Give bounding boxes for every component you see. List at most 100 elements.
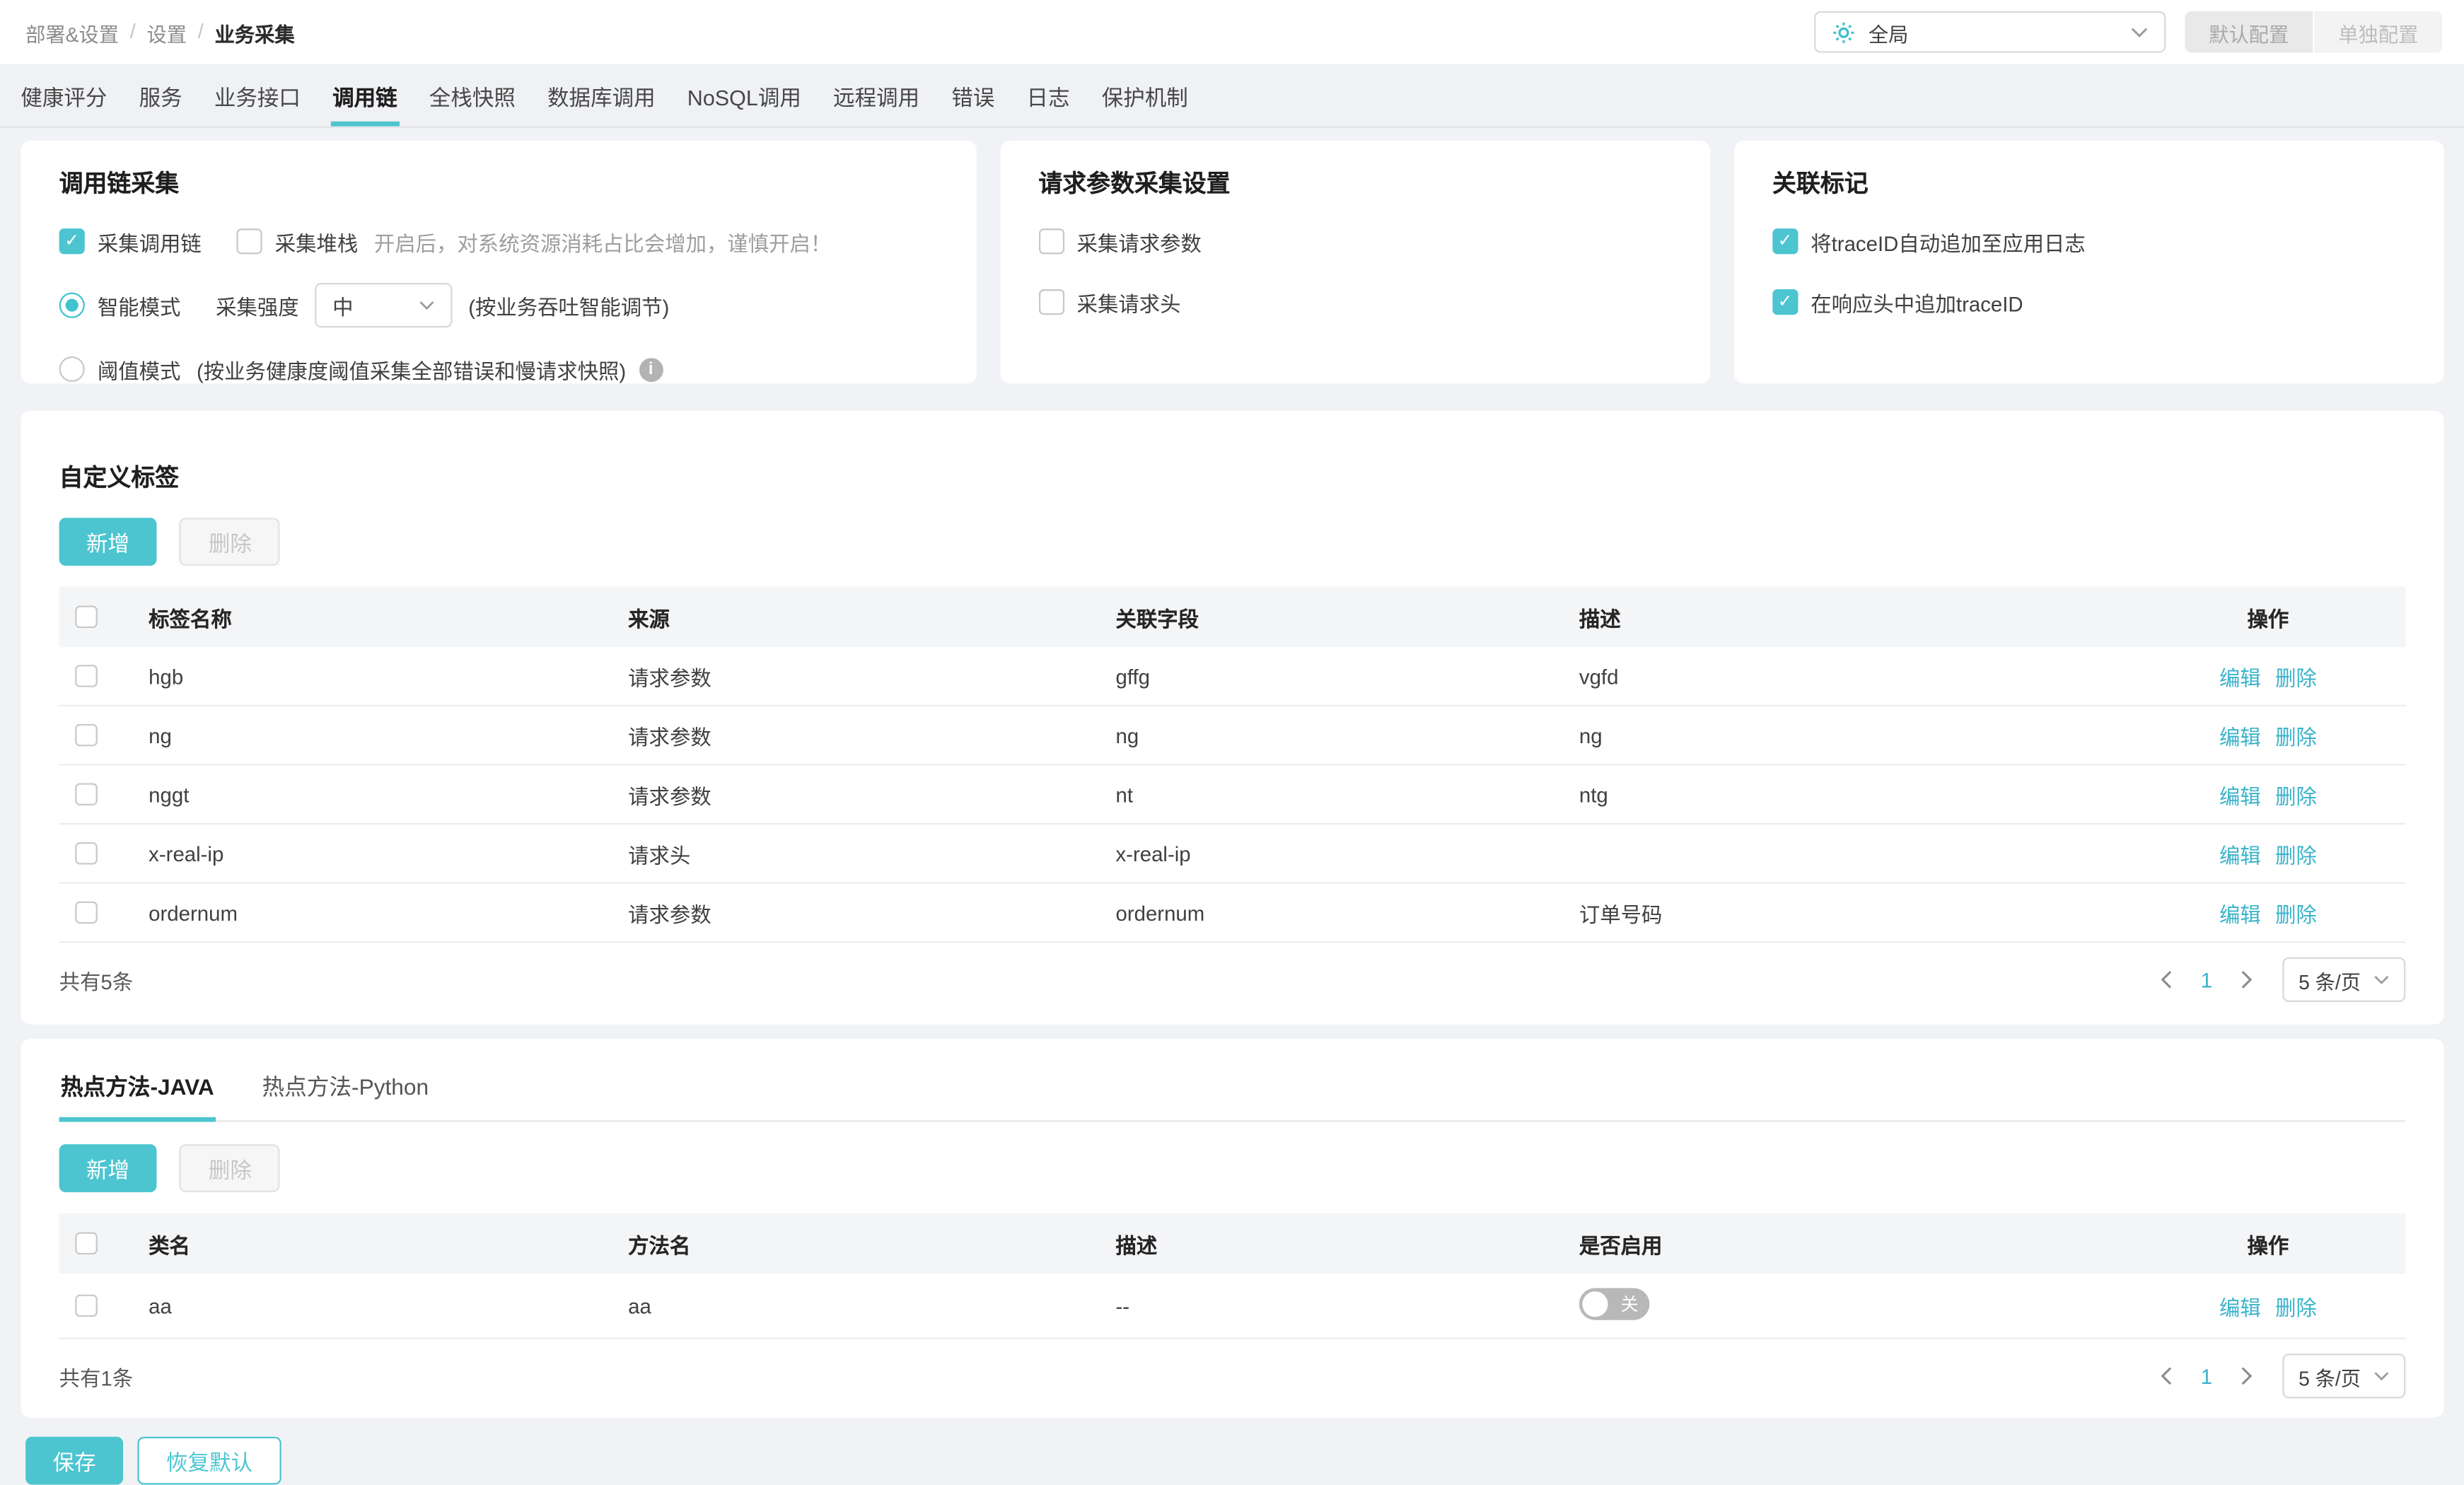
cell-field: ng [1115,723,1139,747]
traceid-to-log-checkbox[interactable] [1772,228,1798,255]
hot-methods-toolbar: 新增 删除 [59,1144,2406,1192]
traceid-to-header-label: 在响应头中追加traceID [1811,291,2023,316]
top-bar: 部署&设置 / 设置 / 业务采集 全局 默认配置 单独配置 [0,0,2464,64]
column-header-desc: 描述 [1579,606,1621,631]
add-method-button[interactable]: 新增 [59,1144,157,1192]
breadcrumb-separator: / [197,21,204,44]
threshold-mode-radio[interactable] [59,356,85,383]
pagination: 共有5条 1 5 条/页 [59,957,2406,1003]
tab-services[interactable]: 服务 [137,64,184,126]
total-count: 共有1条 [59,1365,134,1390]
collect-trace-checkbox[interactable] [59,228,85,255]
row-checkbox[interactable] [75,665,98,687]
row-checkbox[interactable] [75,1294,98,1317]
table-row: nggt 请求参数 nt ntg 编辑 删除 [59,766,2406,825]
table-row: hgb 请求参数 gffg vgfd 编辑 删除 [59,647,2406,706]
row-checkbox[interactable] [75,842,98,865]
collect-request-headers-row: 采集请求头 [1038,284,1678,320]
strength-select[interactable]: 中 [315,283,453,328]
info-icon[interactable]: i [639,357,663,382]
smart-mode-radio[interactable] [59,292,85,318]
cell-desc: 订单号码 [1579,902,1663,926]
save-button[interactable]: 保存 [25,1436,124,1485]
restore-default-button[interactable]: 恢复默认 [137,1436,281,1485]
tab-remote-calls[interactable]: 远程调用 [832,64,922,126]
collect-request-headers-checkbox[interactable] [1038,289,1064,315]
column-header-field: 关联字段 [1115,606,1199,631]
hot-methods-card: 热点方法-JAVA 热点方法-Python 新增 删除 类名 方法名 描述 是否… [21,1039,2444,1418]
page-number[interactable]: 1 [2201,967,2212,991]
default-config-button[interactable]: 默认配置 [2185,11,2315,53]
breadcrumb-item-settings[interactable]: 设置 [147,17,187,47]
row-checkbox[interactable] [75,783,98,806]
tab-hot-methods-java[interactable]: 热点方法-JAVA [59,1061,216,1122]
smart-mode-note: (按业务吞吐智能调节) [468,294,670,319]
edit-link[interactable]: 编辑 [2219,897,2261,928]
prev-page-icon[interactable] [2151,965,2180,994]
row-checkbox[interactable] [75,723,98,747]
next-page-icon[interactable] [2233,1362,2262,1391]
breadcrumb-item-deploy-settings[interactable]: 部署&设置 [25,17,119,47]
tab-fullstack-snapshot[interactable]: 全栈快照 [428,64,518,126]
delete-link[interactable]: 删除 [2275,838,2317,868]
collect-request-headers-label: 采集请求头 [1076,291,1181,316]
custom-tags-card: 自定义标签 新增 删除 标签名称 来源 关联字段 描述 操作 hgb 请求参数 [21,410,2444,1025]
cell-source: 请求参数 [628,724,711,749]
traceid-to-header-checkbox[interactable] [1772,289,1798,315]
delete-link[interactable]: 删除 [2275,661,2317,692]
page-size-value: 5 条/页 [2299,1367,2361,1390]
edit-link[interactable]: 编辑 [2219,838,2261,868]
page: 部署&设置 / 设置 / 业务采集 全局 默认配置 单独配置 健康评分 服务 业… [0,0,2464,1485]
cell-class-name: aa [149,1293,172,1318]
column-header-tag-name: 标签名称 [149,606,232,631]
tab-health-score[interactable]: 健康评分 [19,64,109,126]
tab-errors[interactable]: 错误 [950,64,996,126]
card-title: 调用链采集 [59,170,180,199]
delete-tag-button[interactable]: 删除 [180,518,281,566]
page-size-select[interactable]: 5 条/页 [2282,957,2406,1003]
delete-link[interactable]: 删除 [2275,897,2317,928]
edit-link[interactable]: 编辑 [2219,661,2261,692]
single-config-button[interactable]: 单独配置 [2314,11,2443,53]
cell-tag-name: hgb [149,664,184,688]
enable-toggle-off[interactable]: 关 [1579,1287,1650,1320]
delete-link[interactable]: 删除 [2275,720,2317,750]
tab-nosql-calls[interactable]: NoSQL调用 [686,64,803,126]
cell-desc: ntg [1579,782,1608,807]
select-all-checkbox[interactable] [75,605,98,629]
edit-link[interactable]: 编辑 [2219,1291,2261,1321]
column-header-enabled: 是否启用 [1579,1233,1663,1257]
delete-link[interactable]: 删除 [2275,779,2317,810]
table-header: 标签名称 来源 关联字段 描述 操作 [59,586,2406,648]
column-header-class-name: 类名 [149,1233,190,1257]
tab-logs[interactable]: 日志 [1025,64,1071,126]
tab-hot-methods-python[interactable]: 热点方法-Python [260,1061,430,1121]
custom-tags-table: 标签名称 来源 关联字段 描述 操作 hgb 请求参数 gffg vgfd 编辑… [59,586,2406,943]
trace-mark-card: 关联标记 将traceID自动追加至应用日志 在响应头中追加traceID [1733,140,2444,384]
row-checkbox[interactable] [75,901,98,924]
cell-source: 请求参数 [628,665,711,690]
select-all-checkbox[interactable] [75,1232,98,1255]
collect-stack-checkbox[interactable] [236,228,262,255]
tab-business-api[interactable]: 业务接口 [213,64,303,126]
edit-link[interactable]: 编辑 [2219,779,2261,810]
column-header-desc: 描述 [1115,1233,1158,1257]
prev-page-icon[interactable] [2151,1362,2180,1391]
next-page-icon[interactable] [2233,965,2262,994]
tab-protection[interactable]: 保护机制 [1100,64,1190,126]
tab-trace-chain[interactable]: 调用链 [330,64,399,127]
page-size-select[interactable]: 5 条/页 [2282,1353,2406,1399]
cell-field: gffg [1115,664,1150,688]
smart-mode-row: 智能模式 采集强度 中 (按业务吞吐智能调节) [59,283,944,328]
page-number[interactable]: 1 [2201,1364,2212,1388]
cell-source: 请求参数 [628,784,711,808]
cell-tag-name: x-real-ip [149,841,224,866]
delete-link[interactable]: 删除 [2275,1291,2317,1321]
edit-link[interactable]: 编辑 [2219,720,2261,750]
tab-database-calls[interactable]: 数据库调用 [546,64,657,126]
collect-request-params-checkbox[interactable] [1038,228,1064,255]
add-tag-button[interactable]: 新增 [59,518,157,566]
collect-stack-hint: 开启后，对系统资源消耗占比会增加，谨慎开启！ [373,231,832,255]
delete-method-button[interactable]: 删除 [180,1144,281,1192]
scope-selector[interactable]: 全局 [1814,11,2166,53]
